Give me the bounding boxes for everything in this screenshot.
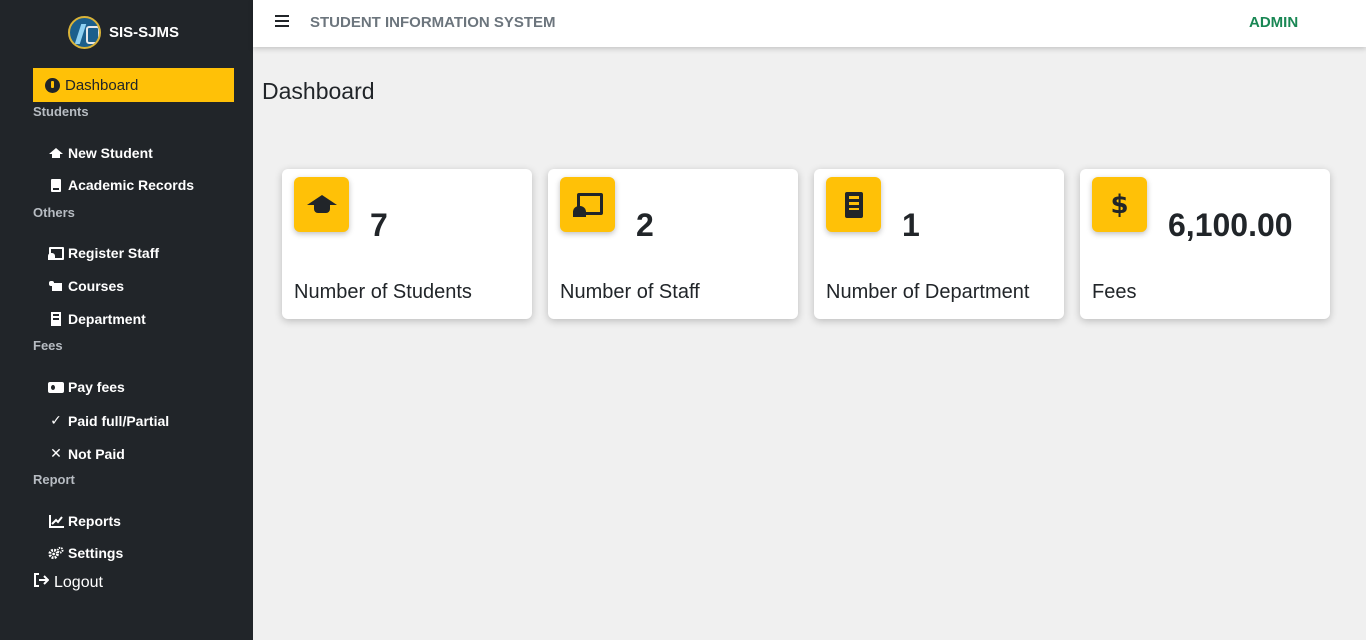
check-icon: ✓ <box>50 412 62 428</box>
page-title: Dashboard <box>262 78 375 104</box>
book-icon <box>51 178 61 192</box>
logout-link[interactable]: Logout <box>33 573 103 592</box>
stat-value: 1 <box>902 207 920 243</box>
sidebar-item-label: Not Paid <box>68 445 125 462</box>
building-icon <box>844 191 863 218</box>
sidebar-item-new-student[interactable]: New Student <box>48 145 153 161</box>
stat-value: 6,100.00 <box>1168 207 1293 243</box>
stat-value: 7 <box>370 207 388 243</box>
sidebar-item-register-staff[interactable]: Register Staff <box>48 245 159 261</box>
sidebar-item-reports[interactable]: Reports <box>48 513 121 529</box>
building-icon <box>51 312 61 326</box>
sidebar: SIS-SJMS Dashboard Students New Student … <box>0 0 253 640</box>
stat-label: Number of Students <box>294 281 472 303</box>
sidebar-item-label: Courses <box>68 278 125 294</box>
sidebar-item-pay-fees[interactable]: Pay fees <box>48 379 125 395</box>
section-title-students: Students <box>33 104 89 119</box>
sidebar-item-label: Department <box>68 311 146 327</box>
brand[interactable]: SIS-SJMS <box>68 16 179 49</box>
x-icon: ✕ <box>50 445 62 461</box>
card-icon-box <box>294 177 349 232</box>
sidebar-item-label: Pay fees <box>68 379 125 395</box>
stat-label: Number of Staff <box>560 281 700 303</box>
sidebar-item-settings[interactable]: Settings <box>48 545 123 561</box>
sidebar-item-label: New Student <box>68 145 153 161</box>
money-bill-icon <box>48 381 64 393</box>
chart-line-icon <box>48 514 64 528</box>
sidebar-item-label: Academic Records <box>68 177 195 193</box>
gauge-icon <box>45 77 60 93</box>
section-title-report: Report <box>33 472 75 487</box>
card-icon-box <box>826 177 881 232</box>
system-title: STUDENT INFORMATION SYSTEM <box>310 14 556 31</box>
sidebar-item-department[interactable]: Department <box>48 311 146 327</box>
scroll-icon <box>49 280 63 292</box>
card-icon-box: $ <box>1092 177 1147 232</box>
section-title-others: Others <box>33 205 75 220</box>
stat-card-department[interactable]: 1 Number of Department <box>814 169 1064 319</box>
section-title-fees: Fees <box>33 338 63 353</box>
dollar-icon: $ <box>1110 189 1129 220</box>
chalkboard-teacher-icon <box>48 246 64 260</box>
sidebar-item-label: Reports <box>68 513 121 529</box>
sidebar-item-courses[interactable]: Courses <box>48 278 124 294</box>
sidebar-item-label: Dashboard <box>65 76 139 94</box>
topbar: STUDENT INFORMATION SYSTEM ADMIN <box>253 0 1366 47</box>
user-menu[interactable]: ADMIN <box>1249 14 1298 31</box>
stat-value: 2 <box>636 207 654 243</box>
stat-card-students[interactable]: 7 Number of Students <box>282 169 532 319</box>
sidebar-item-label: Paid full/Partial <box>68 412 170 429</box>
card-icon-box <box>560 177 615 232</box>
sidebar-item-not-paid[interactable]: ✕ Not Paid <box>48 445 125 462</box>
stat-label: Fees <box>1092 281 1137 303</box>
logout-label: Logout <box>54 573 103 591</box>
graduation-cap-icon <box>306 194 337 215</box>
menu-toggle-icon[interactable] <box>275 15 289 27</box>
logout-icon <box>33 573 50 592</box>
stat-card-fees[interactable]: $ 6,100.00 Fees <box>1080 169 1330 319</box>
sidebar-item-paid-full-partial[interactable]: ✓ Paid full/Partial <box>48 412 169 429</box>
sidebar-item-academic-records[interactable]: Academic Records <box>48 177 194 193</box>
brand-name: SIS-SJMS <box>109 24 180 41</box>
sidebar-item-dashboard[interactable]: Dashboard <box>33 68 234 102</box>
stat-label: Number of Department <box>826 281 1030 303</box>
sidebar-item-label: Settings <box>68 545 124 561</box>
graduation-cap-icon <box>48 148 64 158</box>
gears-icon <box>48 546 64 560</box>
logo-icon <box>68 16 101 49</box>
stat-card-staff[interactable]: 2 Number of Staff <box>548 169 798 319</box>
sidebar-item-label: Register Staff <box>68 245 160 261</box>
chalkboard-teacher-icon <box>572 192 603 217</box>
